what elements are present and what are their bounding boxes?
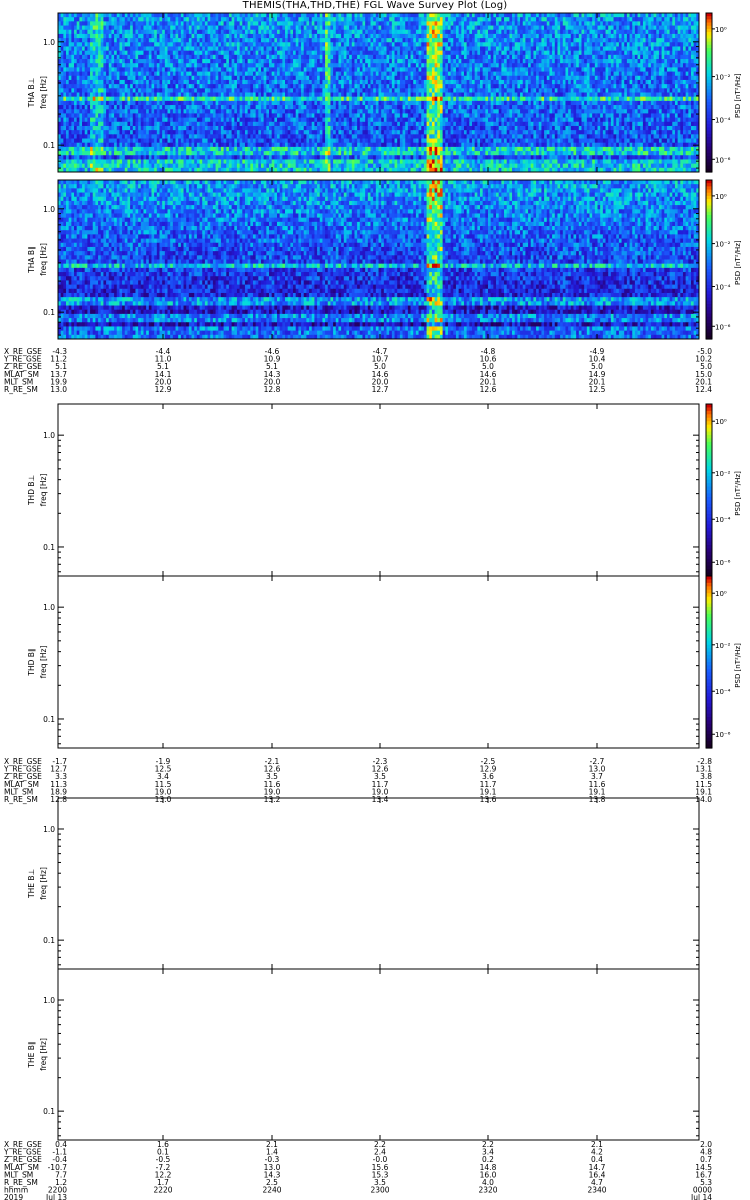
figure: 1.00.1THA B⊥ freq [Hz]10⁰10⁻²10⁻⁴10⁻⁶PSD … bbox=[3, 12, 742, 1200]
spectrogram bbox=[58, 13, 700, 173]
panel-tha-bperp: 1.00.1THA B⊥ freq [Hz]10⁰10⁻²10⁻⁴10⁻⁶PSD … bbox=[27, 12, 742, 173]
